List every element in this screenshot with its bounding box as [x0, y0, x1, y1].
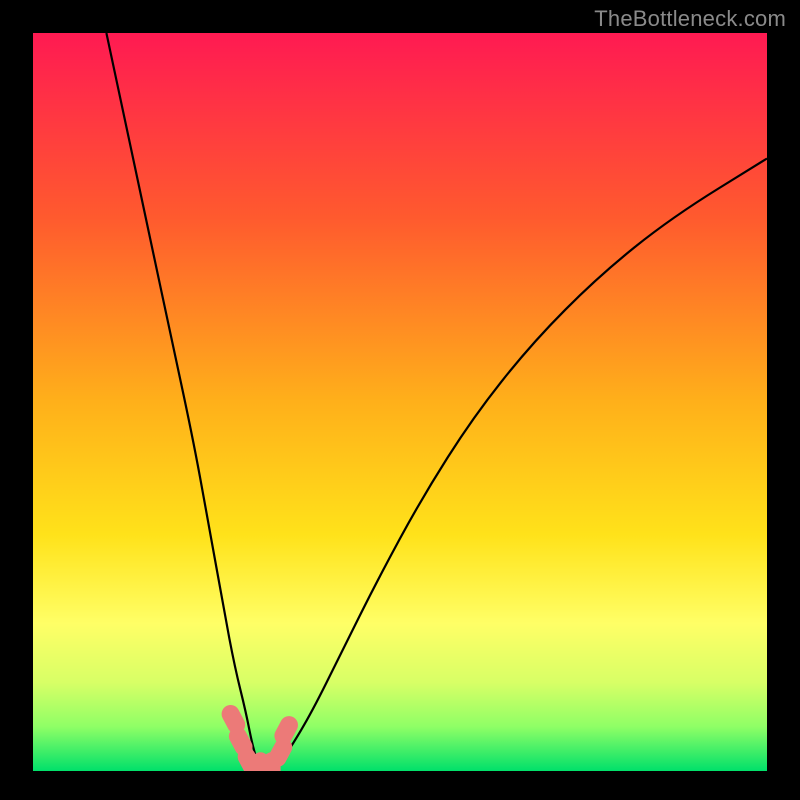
- attribution-label: TheBottleneck.com: [594, 6, 786, 32]
- gradient-background: [33, 33, 767, 771]
- bottleneck-chart: [0, 0, 800, 800]
- chart-stage: TheBottleneck.com: [0, 0, 800, 800]
